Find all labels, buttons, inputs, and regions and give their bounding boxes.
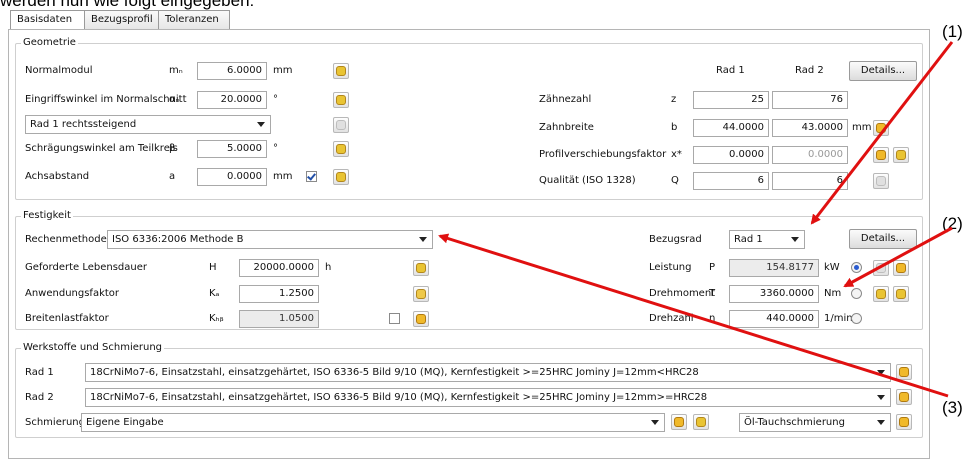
annotation-arrows xyxy=(438,41,954,398)
arrow-1 xyxy=(810,41,954,225)
arrow-2 xyxy=(843,226,953,288)
arrow-3 xyxy=(438,233,949,398)
